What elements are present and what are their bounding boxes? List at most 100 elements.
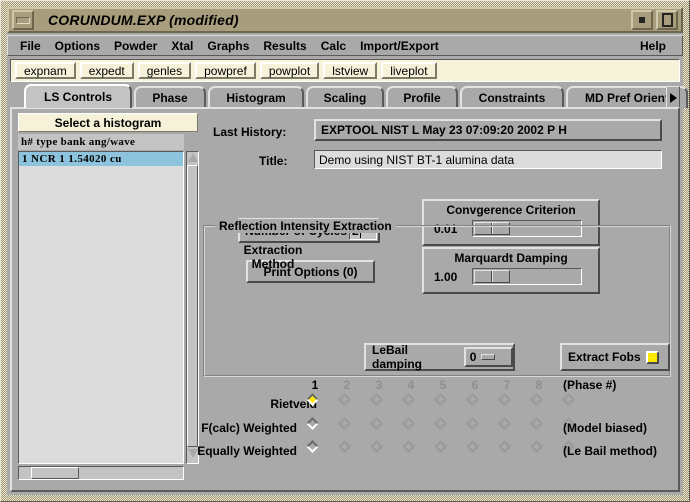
title-bar: CORUNDUM.EXP (modified) bbox=[7, 7, 683, 33]
equally-weighted-phase-4-radio bbox=[402, 440, 418, 456]
tool-button-expnam[interactable]: expnam bbox=[15, 62, 76, 79]
rietveld-phase-9-radio bbox=[562, 393, 578, 409]
phase-number-6: 6 bbox=[471, 378, 479, 392]
list-item[interactable]: 1 NCR 1 1.54020 cu bbox=[19, 152, 183, 166]
equally-weighted-phase-2-radio bbox=[338, 440, 354, 456]
restore-button[interactable] bbox=[631, 10, 653, 30]
maximize-button[interactable] bbox=[656, 10, 678, 30]
menu-item-xtal[interactable]: Xtal bbox=[164, 38, 200, 54]
fcalc-weighted-phase-4-radio bbox=[402, 417, 418, 433]
title-input[interactable]: Demo using NIST BT-1 alumina data bbox=[314, 150, 662, 169]
phase-number-7: 7 bbox=[503, 378, 511, 392]
menu-item-help[interactable]: Help bbox=[633, 38, 673, 54]
scroll-up-icon bbox=[187, 153, 198, 162]
fcalc-weighted-phase-1-radio[interactable] bbox=[306, 417, 322, 433]
rietveld-phase-1-radio[interactable] bbox=[306, 393, 322, 409]
fcalc-weighted-phase-3-radio bbox=[370, 417, 386, 433]
tool-button-strip: expnam expedt genles powpref powplot lst… bbox=[10, 59, 680, 82]
menu-item-file[interactable]: File bbox=[13, 38, 48, 54]
window-client-area: CORUNDUM.EXP (modified) File Options Pow… bbox=[7, 7, 688, 495]
scroll-up-button[interactable] bbox=[187, 153, 198, 165]
rietveld-phase-5-radio bbox=[434, 393, 450, 409]
rietveld-phase-6-radio bbox=[466, 393, 482, 409]
fcalc-weighted-row-label: F(calc) Weighted bbox=[201, 421, 297, 435]
scroll-thumb[interactable] bbox=[31, 467, 79, 479]
menu-item-results[interactable]: Results bbox=[256, 38, 313, 54]
histogram-list[interactable]: 1 NCR 1 1.54020 cu bbox=[18, 151, 184, 464]
menu-item-graphs[interactable]: Graphs bbox=[200, 38, 256, 54]
extraction-method-label-line2: Method bbox=[251, 257, 295, 271]
last-history-value: EXPTOOL NIST L May 23 07:09:20 2002 P H bbox=[314, 119, 662, 141]
tab-phase[interactable]: Phase bbox=[134, 86, 206, 108]
extraction-method-label-line1: Extraction bbox=[243, 243, 303, 257]
extract-fobs-label: Extract Fobs bbox=[568, 350, 641, 364]
tab-scaling[interactable]: Scaling bbox=[306, 86, 384, 108]
tool-button-lstview[interactable]: lstview bbox=[323, 62, 378, 79]
extract-fobs-control[interactable]: Extract Fobs bbox=[560, 343, 670, 371]
application-window: CORUNDUM.EXP (modified) File Options Pow… bbox=[0, 0, 690, 502]
tab-bar: LS Controls Phase Histogram Scaling Prof… bbox=[10, 84, 688, 110]
phase-number-4: 4 bbox=[407, 378, 415, 392]
phase-number-5: 5 bbox=[439, 378, 447, 392]
fcalc-weighted-phase-6-radio bbox=[466, 417, 482, 433]
lebail-damping-control: LeBail damping 0 bbox=[364, 343, 515, 371]
option-menu-icon bbox=[481, 354, 496, 360]
equally-weighted-phase-1-radio[interactable] bbox=[306, 440, 322, 456]
restore-icon bbox=[639, 17, 645, 23]
equally-weighted-phase-5-radio bbox=[434, 440, 450, 456]
maximize-icon bbox=[661, 13, 673, 27]
tab-profile[interactable]: Profile bbox=[386, 86, 458, 108]
equally-weighted-phase-8-radio bbox=[530, 440, 546, 456]
tool-button-expedt[interactable]: expedt bbox=[79, 62, 134, 79]
tool-button-genles[interactable]: genles bbox=[137, 62, 192, 79]
tab-histogram[interactable]: Histogram bbox=[208, 86, 304, 108]
menu-bar: File Options Powder Xtal Graphs Results … bbox=[7, 35, 683, 56]
histogram-vertical-scrollbar[interactable] bbox=[186, 151, 199, 464]
menu-item-import-export[interactable]: Import/Export bbox=[353, 38, 446, 54]
fcalc-weighted-note: (Model biased) bbox=[563, 421, 648, 435]
fcalc-weighted-phase-5-radio bbox=[434, 417, 450, 433]
phase-number-8: 8 bbox=[535, 378, 543, 392]
equally-weighted-phase-7-radio bbox=[498, 440, 514, 456]
fcalc-weighted-phase-2-radio bbox=[338, 417, 354, 433]
scroll-left-button[interactable] bbox=[19, 467, 31, 479]
window-title: CORUNDUM.EXP (modified) bbox=[48, 12, 239, 28]
scroll-right-icon bbox=[173, 467, 181, 479]
scroll-left-icon bbox=[21, 467, 29, 479]
phase-number-3: 3 bbox=[375, 378, 383, 392]
tab-constraints[interactable]: Constraints bbox=[460, 86, 564, 108]
phase-number-caption: (Phase #) bbox=[563, 378, 617, 392]
phase-number-1: 1 bbox=[311, 378, 319, 392]
menu-item-powder[interactable]: Powder bbox=[107, 38, 164, 54]
scroll-right-button[interactable] bbox=[171, 467, 183, 479]
last-history-label: Last History: bbox=[213, 125, 287, 139]
histogram-horizontal-scrollbar[interactable] bbox=[18, 466, 184, 480]
rietveld-phase-3-radio bbox=[370, 393, 386, 409]
chevron-right-icon bbox=[669, 93, 677, 103]
tool-button-liveplot[interactable]: liveplot bbox=[381, 62, 437, 79]
lebail-damping-label: LeBail damping bbox=[372, 343, 422, 371]
extraction-method-label: Extraction Method bbox=[218, 243, 328, 271]
lebail-damping-value: 0 bbox=[469, 350, 477, 364]
fcalc-weighted-phase-8-radio bbox=[530, 417, 546, 433]
rietveld-phase-4-radio bbox=[402, 393, 418, 409]
extract-fobs-checkbox[interactable] bbox=[645, 350, 659, 364]
reflection-intensity-extraction-title: Reflection Intensity Extraction bbox=[215, 219, 396, 233]
title-label: Title: bbox=[259, 154, 288, 168]
equally-weighted-note: (Le Bail method) bbox=[563, 444, 658, 458]
equally-weighted-phase-3-radio bbox=[370, 440, 386, 456]
lebail-damping-dropdown[interactable]: 0 bbox=[463, 347, 513, 367]
minimize-button[interactable] bbox=[12, 10, 34, 30]
convergence-criterion-label: Convgerence Criterion bbox=[446, 203, 576, 217]
rietveld-row-label: Rietveld bbox=[270, 397, 317, 411]
menu-item-options[interactable]: Options bbox=[48, 38, 107, 54]
histogram-panel-title: Select a histogram bbox=[18, 113, 198, 132]
rietveld-phase-2-radio bbox=[338, 393, 354, 409]
tab-ls-controls[interactable]: LS Controls bbox=[24, 84, 132, 108]
rietveld-phase-8-radio bbox=[530, 393, 546, 409]
tool-button-powpref[interactable]: powpref bbox=[195, 62, 256, 79]
phase-number-2: 2 bbox=[343, 378, 351, 392]
menu-item-calc[interactable]: Calc bbox=[314, 38, 353, 54]
minimize-icon bbox=[16, 16, 30, 24]
tool-button-powplot[interactable]: powplot bbox=[259, 62, 320, 79]
